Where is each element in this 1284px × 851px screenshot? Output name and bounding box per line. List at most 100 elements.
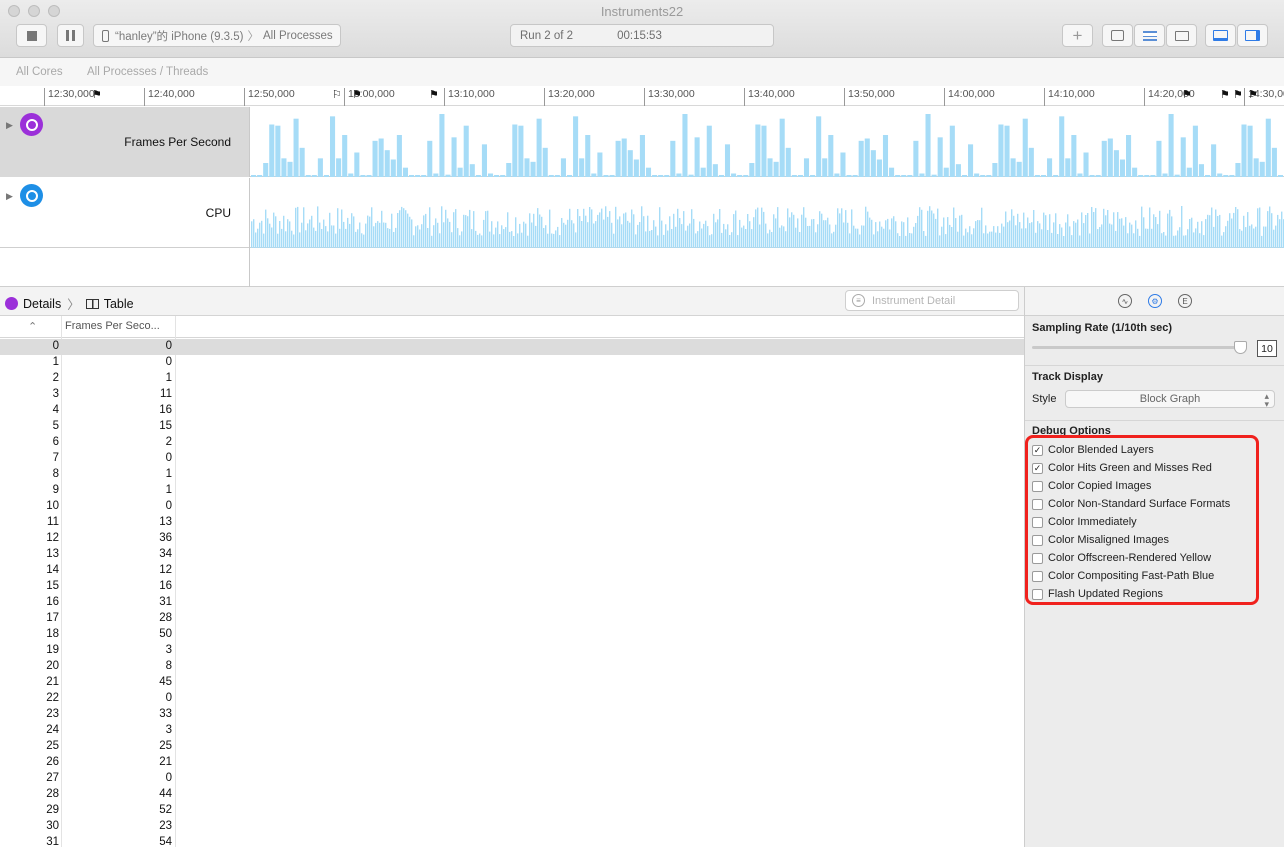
table-row[interactable]: 20 8	[0, 659, 1024, 675]
all-cores-strategy[interactable]: All Cores	[16, 66, 63, 78]
fps-track[interactable]: ▶ Frames Per Second	[0, 107, 1284, 177]
table-row[interactable]: 27 0	[0, 771, 1024, 787]
slider-knob[interactable]	[1233, 341, 1247, 354]
checkbox-checked-icon[interactable]: ✓	[1032, 462, 1043, 474]
table-row[interactable]: 5 15	[0, 419, 1024, 435]
target-path-control[interactable]: “hanley”的 iPhone (9.3.5) 〉 All Processes	[93, 24, 341, 47]
record-settings-button[interactable]	[1102, 24, 1133, 47]
cpu-sample	[759, 224, 761, 248]
table-row[interactable]: 21	[0, 371, 1024, 387]
device-name[interactable]: “hanley”的 iPhone (9.3.5)	[115, 28, 243, 44]
table-row[interactable]: 22 0	[0, 691, 1024, 707]
debug-option[interactable]: Flash Updated Regions	[1032, 585, 1163, 603]
table-row[interactable]: 3 11	[0, 387, 1024, 403]
crumb-details[interactable]: Details	[23, 297, 61, 311]
table-row[interactable]: 24 3	[0, 723, 1024, 739]
crumb-table[interactable]: Table	[104, 297, 134, 311]
table-row[interactable]: 19 3	[0, 643, 1024, 659]
stop-button[interactable]	[16, 24, 47, 47]
list-icon	[1142, 30, 1157, 41]
cpu-sample	[1171, 216, 1173, 248]
fps-track-header[interactable]: ▶ Frames Per Second	[0, 107, 250, 177]
table-row[interactable]: 17 28	[0, 611, 1024, 627]
debug-option[interactable]: Color Compositing Fast-Path Blue	[1032, 567, 1214, 585]
processes-threads-strategy[interactable]: All Processes / Threads	[87, 66, 208, 78]
run-status-control[interactable]: Run 2 of 2 00:15:53	[510, 24, 774, 47]
flag-icon[interactable]: ⚑	[1248, 88, 1258, 101]
display-settings-tab-icon[interactable]: ⚙	[1148, 294, 1162, 308]
checkbox-unchecked-icon[interactable]	[1032, 570, 1043, 582]
fps-bar	[305, 175, 311, 177]
flag-icon[interactable]: ⚑	[1233, 88, 1243, 101]
checkbox-unchecked-icon[interactable]	[1032, 480, 1043, 492]
sort-ascending-icon[interactable]: ⌃	[28, 320, 37, 333]
pause-button[interactable]	[57, 24, 84, 47]
list-view-button[interactable]	[1134, 24, 1165, 47]
table-row[interactable]: 16 31	[0, 595, 1024, 611]
debug-option[interactable]: Color Copied Images	[1032, 477, 1151, 495]
table-row[interactable]: 62	[0, 435, 1024, 451]
table-row[interactable]: 10	[0, 355, 1024, 371]
flag-icon[interactable]: ⚑	[1220, 88, 1230, 101]
grid-view-button[interactable]	[1166, 24, 1197, 47]
table-row[interactable]: 4 16	[0, 403, 1024, 419]
checkbox-unchecked-icon[interactable]	[1032, 498, 1043, 510]
table-row[interactable]: 11 13	[0, 515, 1024, 531]
checkbox-unchecked-icon[interactable]	[1032, 588, 1043, 600]
debug-option[interactable]: Color Misaligned Images	[1032, 531, 1169, 549]
checkbox-unchecked-icon[interactable]	[1032, 516, 1043, 528]
sampling-rate-slider[interactable]	[1032, 346, 1244, 349]
cpu-track[interactable]: ▶ CPU	[0, 178, 1284, 248]
table-row[interactable]: 13 34	[0, 547, 1024, 563]
table-row[interactable]: 18 50	[0, 627, 1024, 643]
cpu-sample	[975, 221, 977, 248]
table-row[interactable]: 12 36	[0, 531, 1024, 547]
table-row[interactable]: 26 21	[0, 755, 1024, 771]
disclosure-triangle-icon[interactable]: ▶	[6, 191, 13, 202]
table-row[interactable]: 30 23	[0, 819, 1024, 835]
checkbox-checked-icon[interactable]: ✓	[1032, 444, 1043, 456]
table-row[interactable]: 14 12	[0, 563, 1024, 579]
style-select[interactable]: Block Graph ▴ ▾	[1065, 390, 1275, 409]
record-settings-tab-icon[interactable]: ∿	[1118, 294, 1132, 308]
instrument-detail-search[interactable]: ≡ Instrument Detail	[845, 290, 1019, 311]
table-row[interactable]: 81	[0, 467, 1024, 483]
table-row[interactable]: 70	[0, 451, 1024, 467]
table-row[interactable]: 29 52	[0, 803, 1024, 819]
flag-icon[interactable]: ⚑	[92, 88, 102, 101]
time-ruler[interactable]: 12:30,000 12:40,000 12:50,000 13:00,000 …	[0, 86, 1284, 106]
extended-detail-tab-icon[interactable]: E	[1178, 294, 1192, 308]
table-row[interactable]: 91	[0, 483, 1024, 499]
flag-icon[interactable]: ⚑	[352, 88, 362, 101]
debug-option[interactable]: Color Non-Standard Surface Formats	[1032, 495, 1230, 513]
table-row[interactable]: 21 45	[0, 675, 1024, 691]
add-instrument-button[interactable]: +	[1062, 24, 1093, 47]
table-row[interactable]: 00	[0, 339, 1024, 355]
fps-block-graph[interactable]	[251, 107, 1284, 177]
table-row[interactable]: 23 33	[0, 707, 1024, 723]
table-row[interactable]: 25 25	[0, 739, 1024, 755]
checkbox-unchecked-icon[interactable]	[1032, 552, 1043, 564]
table-row[interactable]: 28 44	[0, 787, 1024, 803]
table-row[interactable]: 31 54	[0, 835, 1024, 851]
column-header-fps[interactable]: Frames Per Seco...	[65, 320, 160, 332]
flag-icon[interactable]: ⚑	[1182, 88, 1192, 101]
disclosure-triangle-icon[interactable]: ▶	[6, 120, 13, 131]
debug-option[interactable]: ✓ Color Blended Layers	[1032, 441, 1154, 459]
debug-option[interactable]: Color Offscreen-Rendered Yellow	[1032, 549, 1211, 567]
detail-table[interactable]: ⌃ Frames Per Seco... 0 0 1 0 2 1 3 11 4 16 5 15 6 2 7 0…	[0, 316, 1024, 848]
debug-option[interactable]: Color Immediately	[1032, 513, 1137, 531]
cpu-activity-graph[interactable]	[251, 178, 1284, 248]
cpu-track-header[interactable]: ▶ CPU	[0, 178, 250, 248]
checkbox-unchecked-icon[interactable]	[1032, 534, 1043, 546]
table-row[interactable]: 15 16	[0, 579, 1024, 595]
target-process[interactable]: All Processes	[263, 30, 333, 42]
toggle-detail-button[interactable]	[1205, 24, 1236, 47]
table-row[interactable]: 10 0	[0, 499, 1024, 515]
toggle-inspector-button[interactable]	[1237, 24, 1268, 47]
flag-icon[interactable]: ⚐	[332, 88, 342, 101]
debug-option[interactable]: ✓ Color Hits Green and Misses Red	[1032, 459, 1212, 477]
cpu-sample	[613, 233, 615, 248]
sampling-rate-value[interactable]: 10	[1257, 340, 1277, 357]
flag-icon[interactable]: ⚑	[429, 88, 439, 101]
